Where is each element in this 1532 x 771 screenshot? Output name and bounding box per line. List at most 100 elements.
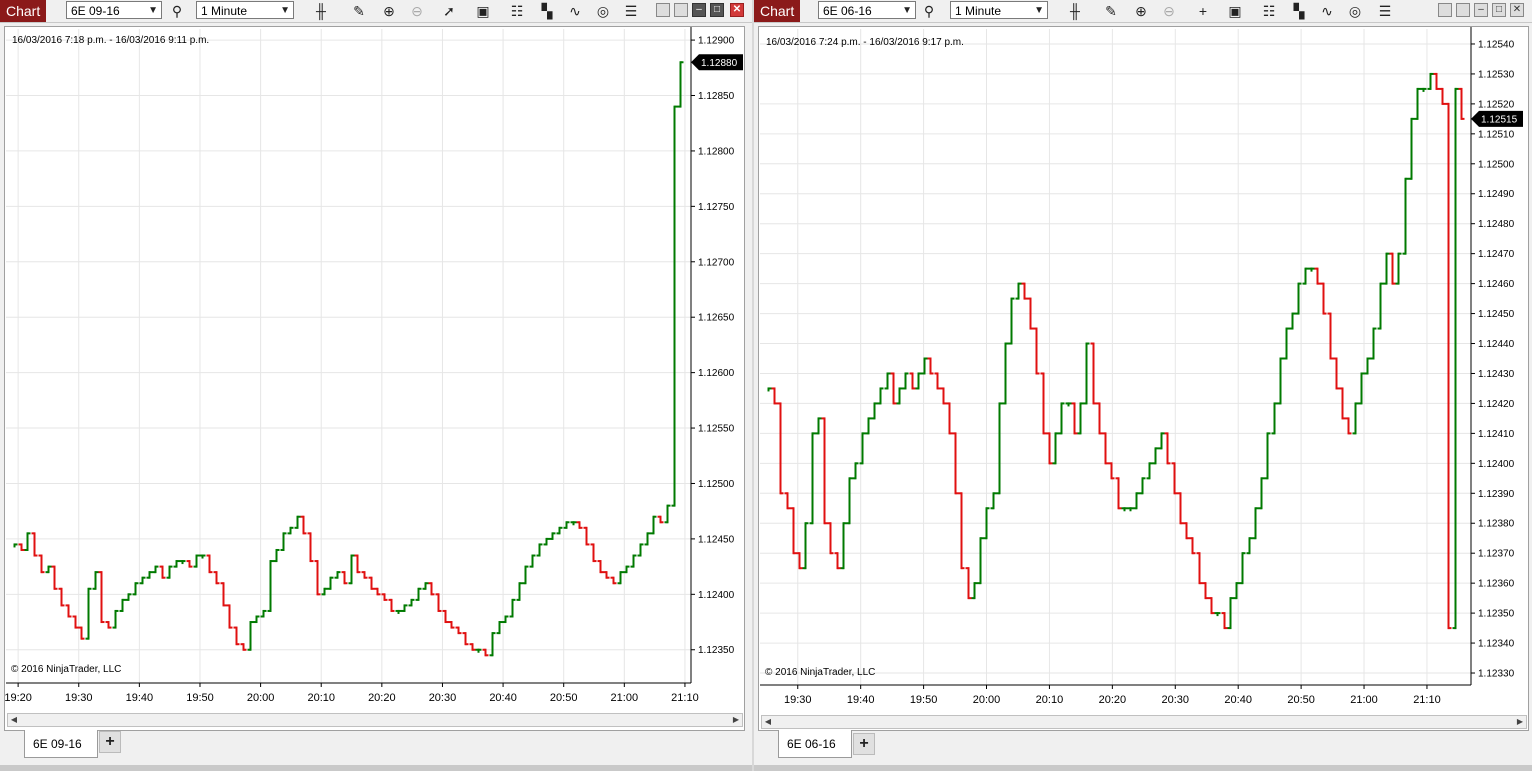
plot-area <box>6 29 691 683</box>
refresh-icon[interactable]: ◎ <box>594 2 612 20</box>
x-tick-label: 19:50 <box>910 694 938 706</box>
x-tick-label: 19:50 <box>186 692 214 704</box>
copyright-label: © 2016 NinjaTrader, LLC <box>765 667 876 678</box>
chart-panel: 1.12350 1.12400 1.12450 1.12500 1.12550 1.126… <box>4 26 745 731</box>
interval-value: 1 Minute <box>201 4 248 18</box>
y-tick-label: 1.12330 <box>1478 669 1515 680</box>
maximize-icon[interactable]: □ <box>1492 3 1506 17</box>
chart-window-right: Chart 6E 06-16 ▼ ⚲ 1 Minute ▼ ╫ ✎ ⊕ ⊖ + ▣ … <box>754 0 1532 771</box>
properties-icon[interactable]: ☷ <box>1260 2 1278 20</box>
search-icon[interactable]: ⚲ <box>920 2 938 20</box>
data-box-icon[interactable]: ▣ <box>1226 2 1244 20</box>
bar-type-icon[interactable]: ╫ <box>312 2 330 20</box>
horizontal-scrollbar[interactable]: ◀ ▶ <box>7 713 743 727</box>
minimize-icon[interactable]: – <box>692 3 706 17</box>
y-tick-label: 1.12750 <box>698 202 735 213</box>
last-price-marker: 1.12880 <box>691 54 743 71</box>
instrument-selector[interactable]: 6E 09-16 ▼ <box>66 1 162 19</box>
chevron-down-icon: ▼ <box>280 5 290 16</box>
y-tick-label: 1.12900 <box>698 36 735 47</box>
y-tick-label: 1.12420 <box>1478 399 1515 410</box>
strategies-icon[interactable]: ▚ <box>1290 2 1308 20</box>
maximize-icon[interactable]: □ <box>710 3 724 17</box>
strategies-icon[interactable]: ▚ <box>538 2 556 20</box>
search-icon[interactable]: ⚲ <box>168 2 186 20</box>
properties-icon[interactable]: ☷ <box>508 2 526 20</box>
x-tick-label: 20:50 <box>550 692 578 704</box>
zoom-in-icon[interactable]: ⊕ <box>1132 2 1150 20</box>
x-tick-label: 20:00 <box>247 692 275 704</box>
x-tick-label: 20:00 <box>973 694 1001 706</box>
instrument-value: 6E 09-16 <box>71 4 120 18</box>
y-tick-label: 1.12700 <box>698 257 735 268</box>
x-tick-label: 21:00 <box>1350 694 1378 706</box>
x-tick-label: 19:20 <box>5 692 32 704</box>
y-tick-label: 1.12460 <box>1478 279 1515 290</box>
list-icon[interactable]: ☰ <box>622 2 640 20</box>
data-box-icon[interactable]: ▣ <box>474 2 492 20</box>
date-range-label: 16/03/2016 7:18 p.m. - 16/03/2016 9:11 p… <box>12 35 210 46</box>
scroll-right-icon[interactable]: ▶ <box>1514 716 1526 728</box>
y-tick-label: 1.12380 <box>1478 519 1515 530</box>
indicators-icon[interactable]: ∿ <box>1318 2 1336 20</box>
x-tick-label: 19:40 <box>847 694 875 706</box>
window-tile-icon[interactable] <box>1456 3 1470 17</box>
zoom-out-icon[interactable]: ⊖ <box>1160 2 1178 20</box>
close-icon[interactable]: ✕ <box>730 3 744 17</box>
scroll-right-icon[interactable]: ▶ <box>730 714 742 726</box>
add-tab-button[interactable]: + <box>853 733 875 755</box>
pointer-icon[interactable]: ➚ <box>440 2 458 20</box>
chevron-down-icon: ▼ <box>148 5 158 16</box>
bottom-strip <box>754 765 1532 771</box>
interval-selector[interactable]: 1 Minute ▼ <box>196 1 294 19</box>
minimize-icon[interactable]: – <box>1474 3 1488 17</box>
chart-title-tab[interactable]: Chart <box>0 0 47 22</box>
x-tick-label: 20:40 <box>489 692 517 704</box>
x-tick-label: 21:00 <box>611 692 639 704</box>
price-chart[interactable]: 1.12330 1.12340 1.12350 1.12360 1.12370 1.123… <box>759 27 1528 717</box>
y-tick-label: 1.12400 <box>698 590 735 601</box>
interval-selector[interactable]: 1 Minute ▼ <box>950 1 1048 19</box>
crosshair-icon[interactable]: + <box>1194 2 1212 20</box>
close-icon[interactable]: ✕ <box>1510 3 1524 17</box>
x-tick-label: 20:50 <box>1287 694 1315 706</box>
price-chart[interactable]: 1.12350 1.12400 1.12450 1.12500 1.12550 1.126… <box>5 27 744 717</box>
window-tile-icon[interactable] <box>656 3 670 17</box>
zoom-in-icon[interactable]: ⊕ <box>380 2 398 20</box>
indicators-icon[interactable]: ∿ <box>566 2 584 20</box>
x-tick-label: 20:30 <box>429 692 457 704</box>
horizontal-scrollbar[interactable]: ◀ ▶ <box>761 715 1527 729</box>
pencil-icon[interactable]: ✎ <box>1102 2 1120 20</box>
y-tick-label: 1.12360 <box>1478 579 1515 590</box>
zoom-out-icon[interactable]: ⊖ <box>408 2 426 20</box>
y-tick-label: 1.12390 <box>1478 489 1515 500</box>
tab-instrument[interactable]: 6E 09-16 <box>24 730 98 758</box>
x-tick-label: 21:10 <box>671 692 699 704</box>
y-tick-label: 1.12550 <box>698 424 735 435</box>
add-tab-button[interactable]: + <box>99 731 121 753</box>
y-tick-label: 1.12480 <box>1478 219 1515 230</box>
last-price-label: 1.12880 <box>701 58 738 69</box>
chart-title-tab[interactable]: Chart <box>754 0 801 22</box>
x-tick-label: 19:30 <box>784 694 812 706</box>
refresh-icon[interactable]: ◎ <box>1346 2 1364 20</box>
bar-type-icon[interactable]: ╫ <box>1066 2 1084 20</box>
chevron-down-icon: ▼ <box>902 5 912 16</box>
y-tick-label: 1.12440 <box>1478 339 1515 350</box>
x-tick-label: 20:20 <box>1099 694 1127 706</box>
list-icon[interactable]: ☰ <box>1376 2 1394 20</box>
y-tick-label: 1.12410 <box>1478 429 1515 440</box>
scroll-left-icon[interactable]: ◀ <box>8 714 20 726</box>
tab-instrument[interactable]: 6E 06-16 <box>778 730 852 758</box>
scroll-left-icon[interactable]: ◀ <box>762 716 774 728</box>
window-tile-icon[interactable] <box>1438 3 1452 17</box>
instrument-selector[interactable]: 6E 06-16 ▼ <box>818 1 916 19</box>
y-tick-label: 1.12340 <box>1478 639 1515 650</box>
y-tick-label: 1.12450 <box>1478 309 1515 320</box>
pencil-icon[interactable]: ✎ <box>350 2 368 20</box>
interval-value: 1 Minute <box>955 4 1002 18</box>
y-tick-label: 1.12530 <box>1478 69 1515 80</box>
y-tick-label: 1.12450 <box>698 534 735 545</box>
y-tick-label: 1.12650 <box>698 313 735 324</box>
window-tile-icon[interactable] <box>674 3 688 17</box>
